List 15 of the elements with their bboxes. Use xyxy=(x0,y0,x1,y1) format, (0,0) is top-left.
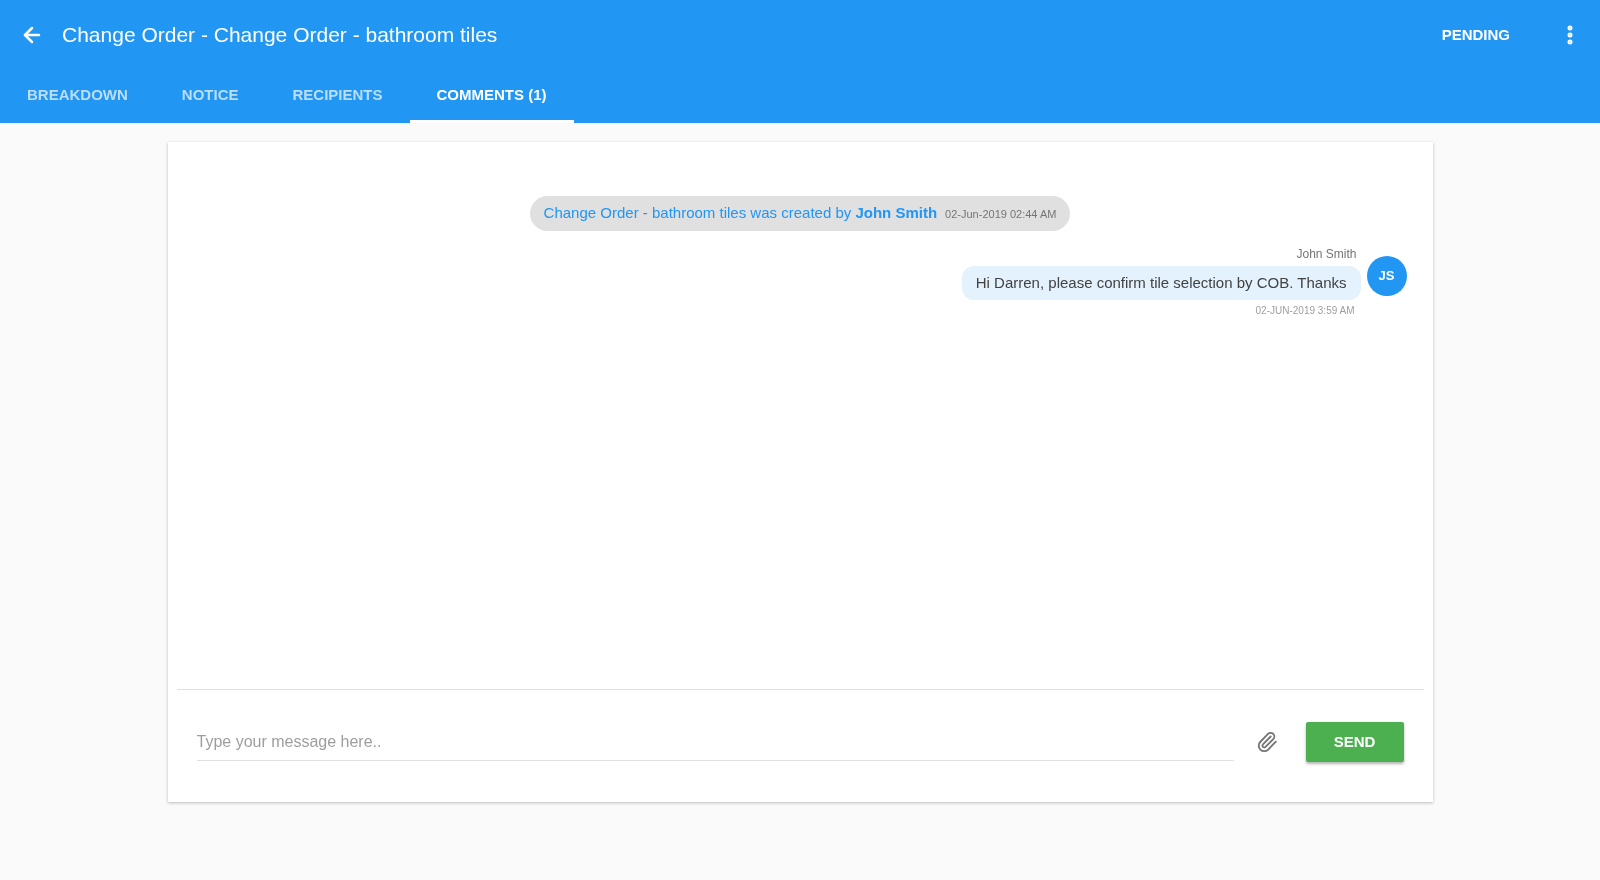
comment-time: 02-JUN-2019 3:59 AM xyxy=(1255,304,1355,318)
tab[interactable]: NOTICE xyxy=(154,70,266,123)
page-title: Change Order - Change Order - bathroom tiles xyxy=(62,22,498,49)
event-text: Change Order - bathroom tiles was created by John Smith xyxy=(543,203,938,223)
comment-bubble: Hi Darren, please confirm tile selection by COB. Thanks xyxy=(961,265,1361,300)
status-label: PENDING xyxy=(1441,24,1510,45)
avatar: JS xyxy=(1366,255,1407,296)
message-input[interactable]: Type your message here.. xyxy=(196,723,1234,761)
send-button[interactable]: SEND xyxy=(1305,722,1404,762)
tab[interactable]: BREAKDOWN xyxy=(0,70,155,123)
tab[interactable]: RECIPIENTS xyxy=(265,70,410,123)
attach-icon[interactable] xyxy=(1255,731,1278,753)
author-name: John Smith xyxy=(1296,245,1357,263)
tab[interactable]: COMMENTS (1) xyxy=(409,70,574,123)
event-time: 02-Jun-2019 02:44 AM xyxy=(945,207,1057,222)
